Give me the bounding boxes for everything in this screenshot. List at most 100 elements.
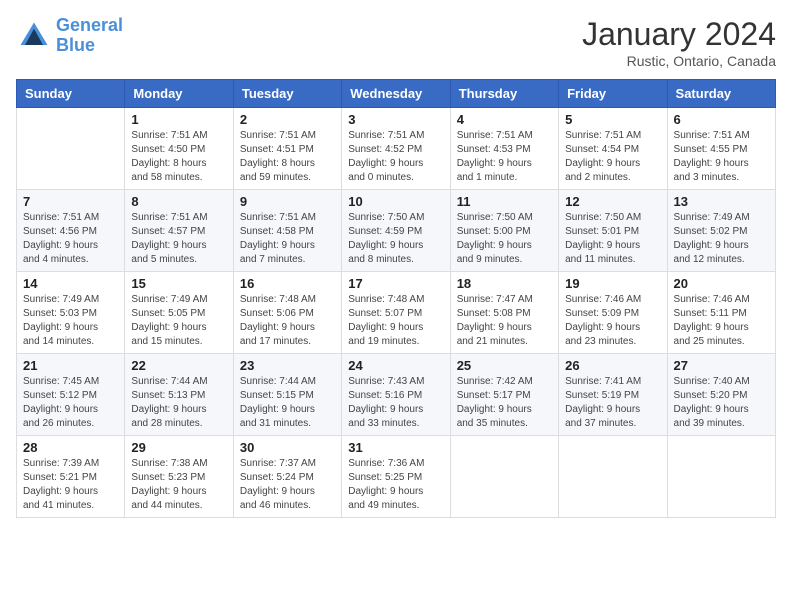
calendar-cell	[667, 436, 775, 518]
day-info: Sunrise: 7:46 AM Sunset: 5:11 PM Dayligh…	[674, 293, 769, 349]
day-info: Sunrise: 7:48 AM Sunset: 5:06 PM Dayligh…	[240, 293, 335, 349]
day-info: Sunrise: 7:51 AM Sunset: 4:56 PM Dayligh…	[23, 211, 118, 267]
day-info: Sunrise: 7:39 AM Sunset: 5:21 PM Dayligh…	[23, 457, 118, 513]
day-info: Sunrise: 7:49 AM Sunset: 5:03 PM Dayligh…	[23, 293, 118, 349]
day-info: Sunrise: 7:50 AM Sunset: 4:59 PM Dayligh…	[348, 211, 443, 267]
calendar-cell: 21Sunrise: 7:45 AM Sunset: 5:12 PM Dayli…	[17, 354, 125, 436]
calendar-cell: 8 Sunrise: 7:51 AM Sunset: 4:57 PM Daylig…	[125, 190, 233, 272]
day-number: 18	[457, 276, 552, 291]
calendar-cell: 13 Sunrise: 7:49 AM Sunset: 5:02 PM Dayli…	[667, 190, 775, 272]
day-number: 24	[348, 358, 443, 373]
calendar-week-row: 14 Sunrise: 7:49 AM Sunset: 5:03 PM Dayli…	[17, 272, 776, 354]
weekday-header-row: SundayMondayTuesdayWednesdayThursdayFrid…	[17, 80, 776, 108]
calendar-cell	[450, 436, 558, 518]
weekday-header-thursday: Thursday	[450, 80, 558, 108]
day-number: 3	[348, 112, 443, 127]
weekday-header-monday: Monday	[125, 80, 233, 108]
calendar-cell: 27 Sunrise: 7:40 AM Sunset: 5:20 PM Dayli…	[667, 354, 775, 436]
day-info: Sunrise: 7:50 AM Sunset: 5:01 PM Dayligh…	[565, 211, 660, 267]
day-number: 16	[240, 276, 335, 291]
month-title: January 2024	[582, 16, 776, 53]
day-info: Sunrise: 7:49 AM Sunset: 5:02 PM Dayligh…	[674, 211, 769, 267]
day-number: 19	[565, 276, 660, 291]
calendar-cell: 11 Sunrise: 7:50 AM Sunset: 5:00 PM Dayli…	[450, 190, 558, 272]
weekday-header-sunday: Sunday	[17, 80, 125, 108]
day-info: Sunrise: 7:37 AM Sunset: 5:24 PM Dayligh…	[240, 457, 335, 513]
logo-icon	[16, 18, 52, 54]
day-number: 9	[240, 194, 335, 209]
day-number: 27	[674, 358, 769, 373]
day-info: Sunrise: 7:51 AM Sunset: 4:52 PM Dayligh…	[348, 129, 443, 185]
day-number: 10	[348, 194, 443, 209]
weekday-header-tuesday: Tuesday	[233, 80, 341, 108]
calendar-cell: 2 Sunrise: 7:51 AM Sunset: 4:51 PM Daylig…	[233, 108, 341, 190]
day-number: 30	[240, 440, 335, 455]
day-number: 26	[565, 358, 660, 373]
day-number: 31	[348, 440, 443, 455]
calendar-cell: 25 Sunrise: 7:42 AM Sunset: 5:17 PM Dayli…	[450, 354, 558, 436]
calendar-week-row: 1Sunrise: 7:51 AM Sunset: 4:50 PM Daylig…	[17, 108, 776, 190]
day-info: Sunrise: 7:42 AM Sunset: 5:17 PM Dayligh…	[457, 375, 552, 431]
day-number: 13	[674, 194, 769, 209]
calendar-cell: 19Sunrise: 7:46 AM Sunset: 5:09 PM Dayli…	[559, 272, 667, 354]
day-info: Sunrise: 7:43 AM Sunset: 5:16 PM Dayligh…	[348, 375, 443, 431]
location-subtitle: Rustic, Ontario, Canada	[582, 53, 776, 69]
day-number: 11	[457, 194, 552, 209]
calendar-cell: 15 Sunrise: 7:49 AM Sunset: 5:05 PM Dayli…	[125, 272, 233, 354]
calendar-cell: 18 Sunrise: 7:47 AM Sunset: 5:08 PM Dayli…	[450, 272, 558, 354]
day-number: 8	[131, 194, 226, 209]
calendar-cell: 12Sunrise: 7:50 AM Sunset: 5:01 PM Dayli…	[559, 190, 667, 272]
day-number: 7	[23, 194, 118, 209]
day-number: 17	[348, 276, 443, 291]
calendar-week-row: 21Sunrise: 7:45 AM Sunset: 5:12 PM Dayli…	[17, 354, 776, 436]
calendar-cell: 4Sunrise: 7:51 AM Sunset: 4:53 PM Daylig…	[450, 108, 558, 190]
day-info: Sunrise: 7:47 AM Sunset: 5:08 PM Dayligh…	[457, 293, 552, 349]
calendar-cell: 20 Sunrise: 7:46 AM Sunset: 5:11 PM Dayli…	[667, 272, 775, 354]
day-info: Sunrise: 7:51 AM Sunset: 4:55 PM Dayligh…	[674, 129, 769, 185]
day-info: Sunrise: 7:49 AM Sunset: 5:05 PM Dayligh…	[131, 293, 226, 349]
weekday-header-wednesday: Wednesday	[342, 80, 450, 108]
calendar-cell: 31Sunrise: 7:36 AM Sunset: 5:25 PM Dayli…	[342, 436, 450, 518]
page-header: General Blue January 2024 Rustic, Ontari…	[16, 16, 776, 69]
calendar-week-row: 7 Sunrise: 7:51 AM Sunset: 4:56 PM Daylig…	[17, 190, 776, 272]
calendar-cell: 16 Sunrise: 7:48 AM Sunset: 5:06 PM Dayli…	[233, 272, 341, 354]
day-number: 23	[240, 358, 335, 373]
day-number: 6	[674, 112, 769, 127]
calendar-cell: 26Sunrise: 7:41 AM Sunset: 5:19 PM Dayli…	[559, 354, 667, 436]
calendar-table: SundayMondayTuesdayWednesdayThursdayFrid…	[16, 79, 776, 518]
day-info: Sunrise: 7:51 AM Sunset: 4:51 PM Dayligh…	[240, 129, 335, 185]
calendar-cell: 28Sunrise: 7:39 AM Sunset: 5:21 PM Dayli…	[17, 436, 125, 518]
calendar-cell	[559, 436, 667, 518]
calendar-cell	[17, 108, 125, 190]
day-number: 2	[240, 112, 335, 127]
day-info: Sunrise: 7:51 AM Sunset: 4:58 PM Dayligh…	[240, 211, 335, 267]
calendar-cell: 23 Sunrise: 7:44 AM Sunset: 5:15 PM Dayli…	[233, 354, 341, 436]
day-info: Sunrise: 7:44 AM Sunset: 5:15 PM Dayligh…	[240, 375, 335, 431]
title-block: January 2024 Rustic, Ontario, Canada	[582, 16, 776, 69]
calendar-cell: 7 Sunrise: 7:51 AM Sunset: 4:56 PM Daylig…	[17, 190, 125, 272]
day-number: 15	[131, 276, 226, 291]
calendar-cell: 1Sunrise: 7:51 AM Sunset: 4:50 PM Daylig…	[125, 108, 233, 190]
calendar-cell: 24 Sunrise: 7:43 AM Sunset: 5:16 PM Dayli…	[342, 354, 450, 436]
calendar-cell: 9 Sunrise: 7:51 AM Sunset: 4:58 PM Daylig…	[233, 190, 341, 272]
calendar-cell: 5Sunrise: 7:51 AM Sunset: 4:54 PM Daylig…	[559, 108, 667, 190]
day-info: Sunrise: 7:50 AM Sunset: 5:00 PM Dayligh…	[457, 211, 552, 267]
calendar-cell: 6 Sunrise: 7:51 AM Sunset: 4:55 PM Daylig…	[667, 108, 775, 190]
day-info: Sunrise: 7:51 AM Sunset: 4:53 PM Dayligh…	[457, 129, 552, 185]
day-number: 20	[674, 276, 769, 291]
day-number: 14	[23, 276, 118, 291]
calendar-cell: 29Sunrise: 7:38 AM Sunset: 5:23 PM Dayli…	[125, 436, 233, 518]
day-info: Sunrise: 7:51 AM Sunset: 4:54 PM Dayligh…	[565, 129, 660, 185]
day-number: 22	[131, 358, 226, 373]
calendar-week-row: 28Sunrise: 7:39 AM Sunset: 5:21 PM Dayli…	[17, 436, 776, 518]
logo: General Blue	[16, 16, 123, 56]
weekday-header-saturday: Saturday	[667, 80, 775, 108]
day-number: 25	[457, 358, 552, 373]
calendar-cell: 10 Sunrise: 7:50 AM Sunset: 4:59 PM Dayli…	[342, 190, 450, 272]
day-info: Sunrise: 7:51 AM Sunset: 4:57 PM Dayligh…	[131, 211, 226, 267]
calendar-cell: 17Sunrise: 7:48 AM Sunset: 5:07 PM Dayli…	[342, 272, 450, 354]
day-info: Sunrise: 7:38 AM Sunset: 5:23 PM Dayligh…	[131, 457, 226, 513]
day-info: Sunrise: 7:40 AM Sunset: 5:20 PM Dayligh…	[674, 375, 769, 431]
day-number: 1	[131, 112, 226, 127]
calendar-cell: 3 Sunrise: 7:51 AM Sunset: 4:52 PM Daylig…	[342, 108, 450, 190]
